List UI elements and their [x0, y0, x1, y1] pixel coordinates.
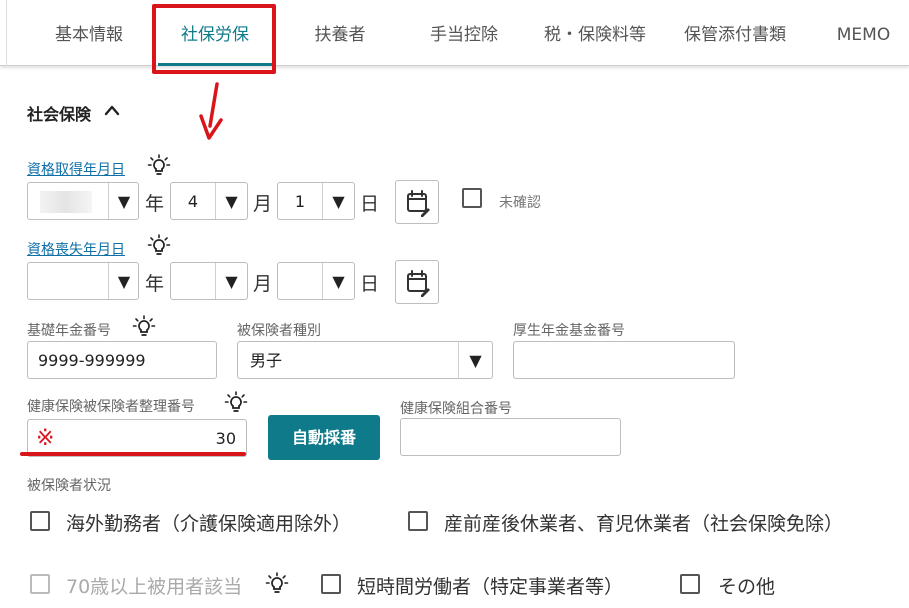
age-70-plus-label: 70歳以上被用者該当 — [66, 576, 243, 598]
other-label: その他 — [718, 576, 776, 598]
overseas-worker-checkbox[interactable] — [30, 511, 50, 531]
loss-month-value — [171, 263, 215, 299]
basic-pension-number-input[interactable]: 9999-999999 — [27, 341, 217, 379]
tab-dependents[interactable]: 扶養者 — [285, 0, 395, 66]
tab-bar-edge — [6, 0, 7, 66]
insured-type-select[interactable]: 男子 ▼ — [237, 341, 493, 379]
highlight-underline — [20, 452, 246, 456]
lightbulb-icon[interactable] — [132, 315, 156, 339]
acquisition-calendar-button[interactable] — [395, 180, 439, 224]
dropdown-arrow-icon: ▼ — [225, 192, 238, 211]
health-insured-number-value: 30 — [215, 429, 236, 448]
auto-number-button[interactable]: 自動採番 — [268, 415, 380, 460]
tab-bar: 基本情報 社保労保 扶養者 手当控除 税・保険料等 保管添付書類 MEMO — [0, 0, 909, 66]
active-tab-indicator — [158, 63, 272, 66]
lightbulb-icon[interactable] — [147, 154, 171, 178]
loss-calendar-button[interactable] — [395, 260, 439, 304]
insured-type-value: 男子 — [250, 351, 283, 370]
age-70-plus-checkbox[interactable] — [30, 574, 50, 594]
acquisition-year-select[interactable]: ▼ — [27, 182, 139, 220]
loss-year-select[interactable]: ▼ — [27, 262, 139, 300]
redacted-value — [40, 191, 92, 213]
pension-fund-number-label: 厚生年金基金番号 — [513, 323, 625, 339]
tab-memo[interactable]: MEMO — [818, 0, 909, 66]
tab-stored-attachments[interactable]: 保管添付書類 — [670, 0, 800, 66]
acquisition-month-value: 4 — [187, 192, 199, 211]
tab-allowances-deductions[interactable]: 手当控除 — [408, 0, 520, 66]
health-union-number-input[interactable] — [400, 418, 621, 456]
overseas-worker-label: 海外勤務者（介護保険適用除外） — [66, 513, 352, 535]
health-union-number-label: 健康保険組合番号 — [400, 401, 512, 417]
basic-pension-number-label: 基礎年金番号 — [27, 323, 111, 339]
dropdown-arrow-icon: ▼ — [332, 272, 345, 291]
insured-status-label: 被保険者状況 — [27, 478, 111, 494]
acquisition-date-label[interactable]: 資格取得年月日 — [27, 159, 125, 179]
dropdown-arrow-icon: ▼ — [332, 192, 345, 211]
arrow-down-icon — [199, 82, 223, 140]
acquisition-day-value: 1 — [294, 192, 306, 211]
maternity-childcare-leave-checkbox[interactable] — [408, 511, 428, 531]
acquisition-day-select[interactable]: 1 ▼ — [277, 182, 355, 220]
dropdown-arrow-icon: ▼ — [469, 351, 482, 370]
health-insured-number-label: 健康保険被保険者整理番号 — [27, 399, 195, 415]
month-unit: 月 — [253, 193, 273, 215]
dropdown-arrow-icon: ▼ — [225, 272, 238, 291]
dropdown-arrow-icon: ▼ — [117, 192, 131, 211]
tab-tax-insurance-fees[interactable]: 税・保険料等 — [530, 0, 660, 66]
loss-month-select[interactable]: ▼ — [170, 262, 248, 300]
unconfirmed-label: 未確認 — [499, 195, 541, 211]
lightbulb-icon[interactable] — [224, 391, 248, 415]
day-unit: 日 — [360, 193, 380, 215]
maternity-childcare-leave-label: 産前産後休業者、育児休業者（社会保険免除） — [444, 513, 844, 535]
short-time-worker-label: 短時間労働者（特定事業者等） — [357, 576, 624, 598]
calendar-edit-icon — [407, 190, 430, 217]
loss-day-value — [278, 263, 322, 299]
loss-date-label[interactable]: 資格喪失年月日 — [27, 239, 125, 259]
unconfirmed-checkbox[interactable] — [462, 188, 482, 208]
year-unit: 年 — [145, 273, 165, 295]
insured-type-label: 被保険者種別 — [237, 323, 321, 339]
chevron-up-icon[interactable] — [104, 103, 120, 117]
loss-day-select[interactable]: ▼ — [277, 262, 355, 300]
calendar-edit-icon — [407, 270, 430, 297]
lightbulb-icon[interactable] — [147, 234, 171, 258]
short-time-worker-checkbox[interactable] — [321, 574, 341, 594]
tab-social-labor-insurance[interactable]: 社保労保 — [158, 0, 272, 66]
other-checkbox[interactable] — [680, 574, 700, 594]
acquisition-month-select[interactable]: 4 ▼ — [170, 182, 248, 220]
section-title: 社会保険 — [27, 105, 92, 124]
pension-fund-number-input[interactable] — [513, 341, 735, 379]
dropdown-arrow-icon: ▼ — [117, 272, 131, 291]
tab-basic-info[interactable]: 基本情報 — [30, 0, 148, 66]
lightbulb-icon[interactable] — [265, 572, 289, 596]
year-unit: 年 — [145, 193, 165, 215]
loss-year-value — [28, 263, 108, 299]
month-unit: 月 — [253, 273, 273, 295]
day-unit: 日 — [360, 273, 380, 295]
